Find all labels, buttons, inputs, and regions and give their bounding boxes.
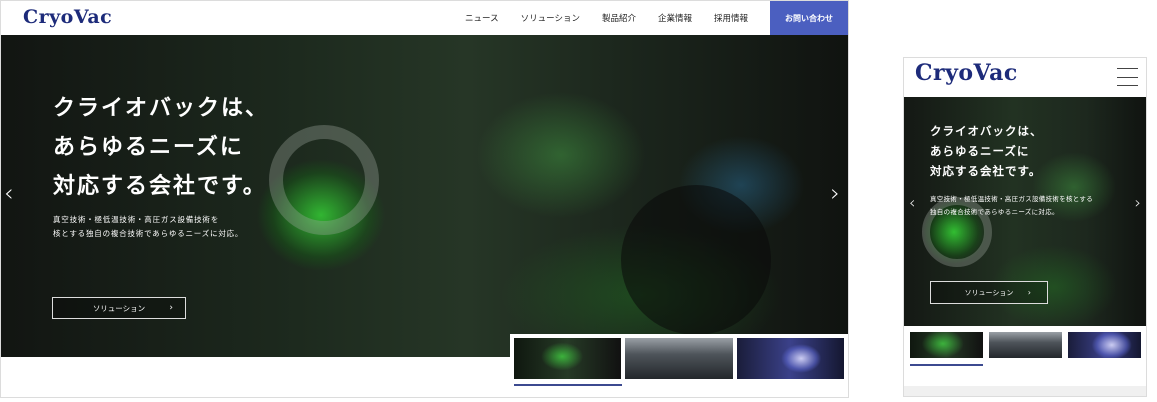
hamburger-icon[interactable] (1117, 68, 1138, 86)
hero-lens-decoration (269, 125, 379, 235)
mobile-hero-slider: クライオバックは、 あらゆるニーズに 対応する会社です。 真空技術・極低温技術・… (904, 97, 1146, 326)
hero-optic-decoration (621, 185, 771, 335)
mobile-thumbnail-1[interactable] (910, 332, 983, 366)
hamburger-line (1117, 85, 1138, 86)
mobile-slider-prev-icon[interactable]: ‹ (909, 193, 915, 212)
solutions-button-label: ソリューション (92, 303, 146, 313)
hero-headline: クライオバックは、 あらゆるニーズに 対応する会社です。 (53, 96, 270, 199)
logo[interactable]: CryoVac (23, 6, 112, 28)
mobile-thumbnail-3[interactable] (1068, 332, 1141, 358)
mobile-thumbnail-2[interactable] (989, 332, 1062, 358)
screenshot-canvas: CryoVac ニュース ソリューション 製品紹介 企業情報 採用情報 お問い合… (0, 0, 1157, 402)
mobile-slider-thumbnails (910, 332, 1142, 366)
mobile-slider-next-icon[interactable]: › (1135, 193, 1141, 212)
mobile-logo[interactable]: CryoVac (915, 60, 1018, 86)
solutions-button[interactable]: ソリューション › (52, 297, 186, 319)
nav-item-company[interactable]: 企業情報 (658, 12, 692, 24)
thumbnail-active-indicator (910, 364, 983, 366)
desktop-view: CryoVac ニュース ソリューション 製品紹介 企業情報 採用情報 お問い合… (0, 0, 849, 398)
contact-button[interactable]: お問い合わせ (770, 1, 848, 35)
mobile-hero-headline: クライオバックは、 あらゆるニーズに 対応する会社です。 (930, 124, 1043, 178)
mobile-footer-strip (904, 386, 1146, 396)
slider-thumbnails (510, 334, 848, 386)
thumbnail-active-indicator (514, 384, 622, 386)
thumbnail-3[interactable] (736, 338, 844, 379)
slider-next-icon[interactable]: › (830, 179, 840, 207)
nav-item-products[interactable]: 製品紹介 (602, 12, 636, 24)
nav-item-news[interactable]: ニュース (465, 12, 499, 24)
mobile-solutions-button[interactable]: ソリューション › (930, 281, 1048, 304)
main-nav: ニュース ソリューション 製品紹介 企業情報 採用情報 (465, 1, 748, 35)
slider-prev-icon[interactable]: ‹ (4, 179, 14, 207)
nav-item-recruit[interactable]: 採用情報 (714, 12, 748, 24)
chevron-right-icon: › (1027, 288, 1031, 297)
mobile-view: CryoVac クライオバックは、 あらゆるニーズに 対応する会社です。 真空技… (903, 57, 1147, 397)
mobile-solutions-button-label: ソリューション (964, 288, 1014, 297)
site-header: CryoVac ニュース ソリューション 製品紹介 企業情報 採用情報 お問い合… (1, 1, 848, 35)
chevron-right-icon: › (169, 303, 173, 313)
nav-item-solutions[interactable]: ソリューション (521, 12, 580, 24)
mobile-hero-subtext: 真空技術・極低温技術・高圧ガス設備技術を核とする 独自の複合技術であらゆるニーズ… (930, 195, 1094, 216)
hamburger-line (1117, 76, 1138, 78)
hamburger-line (1117, 68, 1138, 69)
hero-subtext: 真空技術・極低温技術・高圧ガス設備技術を 核とする独自の複合技術であらゆるニーズ… (53, 215, 244, 238)
thumbnail-2[interactable] (625, 338, 733, 379)
hero-slider: クライオバックは、 あらゆるニーズに 対応する会社です。 真空技術・極低温技術・… (1, 35, 848, 357)
thumbnail-1[interactable] (514, 338, 622, 386)
